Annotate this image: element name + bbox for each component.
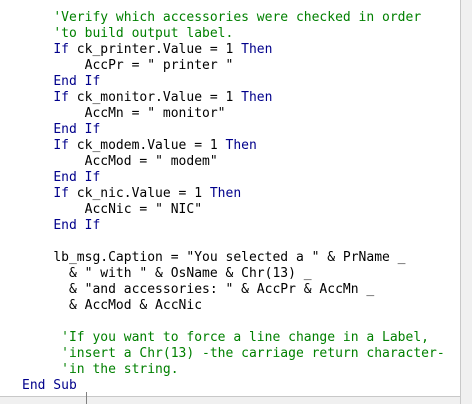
comment-token: 'Verify which accessories were checked i… (53, 10, 422, 25)
keyword-token: Then (241, 90, 273, 105)
comment-token: 'in the string. (61, 362, 179, 377)
code-token: AccNic = " NIC" (84, 202, 203, 217)
code-line[interactable]: 'insert a Chr(13) -the carriage return c… (0, 346, 460, 362)
code-line[interactable]: 'to build output label. (0, 26, 460, 42)
horizontal-scrollbar[interactable] (0, 396, 460, 404)
code-token: ck_nic.Value = 1 (68, 186, 210, 201)
code-line[interactable]: End If (0, 74, 460, 90)
keyword-token: End If (53, 122, 101, 137)
code-line[interactable]: AccMod = " modem" (0, 154, 460, 170)
code-line[interactable] (0, 314, 460, 330)
code-line[interactable]: 'Verify which accessories were checked i… (0, 10, 460, 26)
keyword-token: End Sub (22, 378, 77, 393)
code-line[interactable]: AccPr = " printer " (0, 58, 460, 74)
keyword-token: If (53, 90, 69, 105)
code-line[interactable]: & "and accessories: " & AccPr & AccMn _ (0, 282, 460, 298)
code-token: & "and accessories: " & AccPr & AccMn _ (68, 282, 375, 297)
keyword-token: If (53, 138, 69, 153)
code-line[interactable]: If ck_modem.Value = 1 Then (0, 138, 460, 154)
keyword-token: If (53, 42, 69, 57)
code-line[interactable]: AccNic = " NIC" (0, 202, 460, 218)
code-area[interactable]: 'Verify which accessories were checked i… (0, 0, 460, 396)
keyword-token: Then (241, 42, 273, 57)
keyword-token: End If (53, 170, 101, 185)
code-token: & AccMod & AccNic (68, 298, 203, 313)
code-token: ck_monitor.Value = 1 (68, 90, 242, 105)
code-line[interactable]: AccMn = " monitor" (0, 106, 460, 122)
code-token: ck_modem.Value = 1 (68, 138, 226, 153)
keyword-token: If (53, 186, 69, 201)
vertical-scrollbar[interactable] (460, 0, 472, 404)
keyword-token: End If (53, 74, 101, 89)
code-line[interactable]: If ck_nic.Value = 1 Then (0, 186, 460, 202)
code-line[interactable]: & " with " & OsName & Chr(13) _ (0, 266, 460, 282)
code-token: AccMn = " monitor" (84, 106, 226, 121)
code-line[interactable]: End Sub (0, 378, 460, 394)
code-line[interactable]: 'in the string. (0, 362, 460, 378)
code-line[interactable]: End If (0, 170, 460, 186)
code-line[interactable]: & AccMod & AccNic (0, 298, 460, 314)
keyword-token: Then (225, 138, 257, 153)
keyword-token: End If (53, 218, 101, 233)
comment-token: 'to build output label. (53, 26, 234, 41)
keyword-token: Then (209, 186, 242, 201)
code-line[interactable]: lb_msg.Caption = "You selected a " & PrN… (0, 250, 460, 266)
code-line[interactable]: End If (0, 218, 460, 234)
code-token: lb_msg.Caption = "You selected a " & PrN… (53, 250, 406, 265)
code-token: AccMod = " modem" (84, 154, 218, 169)
code-line[interactable]: 'If you want to force a line change in a… (0, 330, 460, 346)
comment-token: 'insert a Chr(13) -the carriage return c… (61, 346, 445, 361)
pane-separator (86, 392, 87, 404)
code-line[interactable]: If ck_monitor.Value = 1 Then (0, 90, 460, 106)
code-token: AccPr = " printer " (84, 58, 234, 73)
code-editor[interactable]: 'Verify which accessories were checked i… (0, 0, 472, 404)
code-token: ck_printer.Value = 1 (68, 42, 242, 57)
code-token: & " with " & OsName & Chr(13) _ (68, 266, 312, 281)
code-line[interactable]: End If (0, 122, 460, 138)
code-line[interactable] (0, 234, 460, 250)
code-line[interactable]: If ck_printer.Value = 1 Then (0, 42, 460, 58)
comment-token: 'If you want to force a line change in a… (61, 330, 429, 345)
